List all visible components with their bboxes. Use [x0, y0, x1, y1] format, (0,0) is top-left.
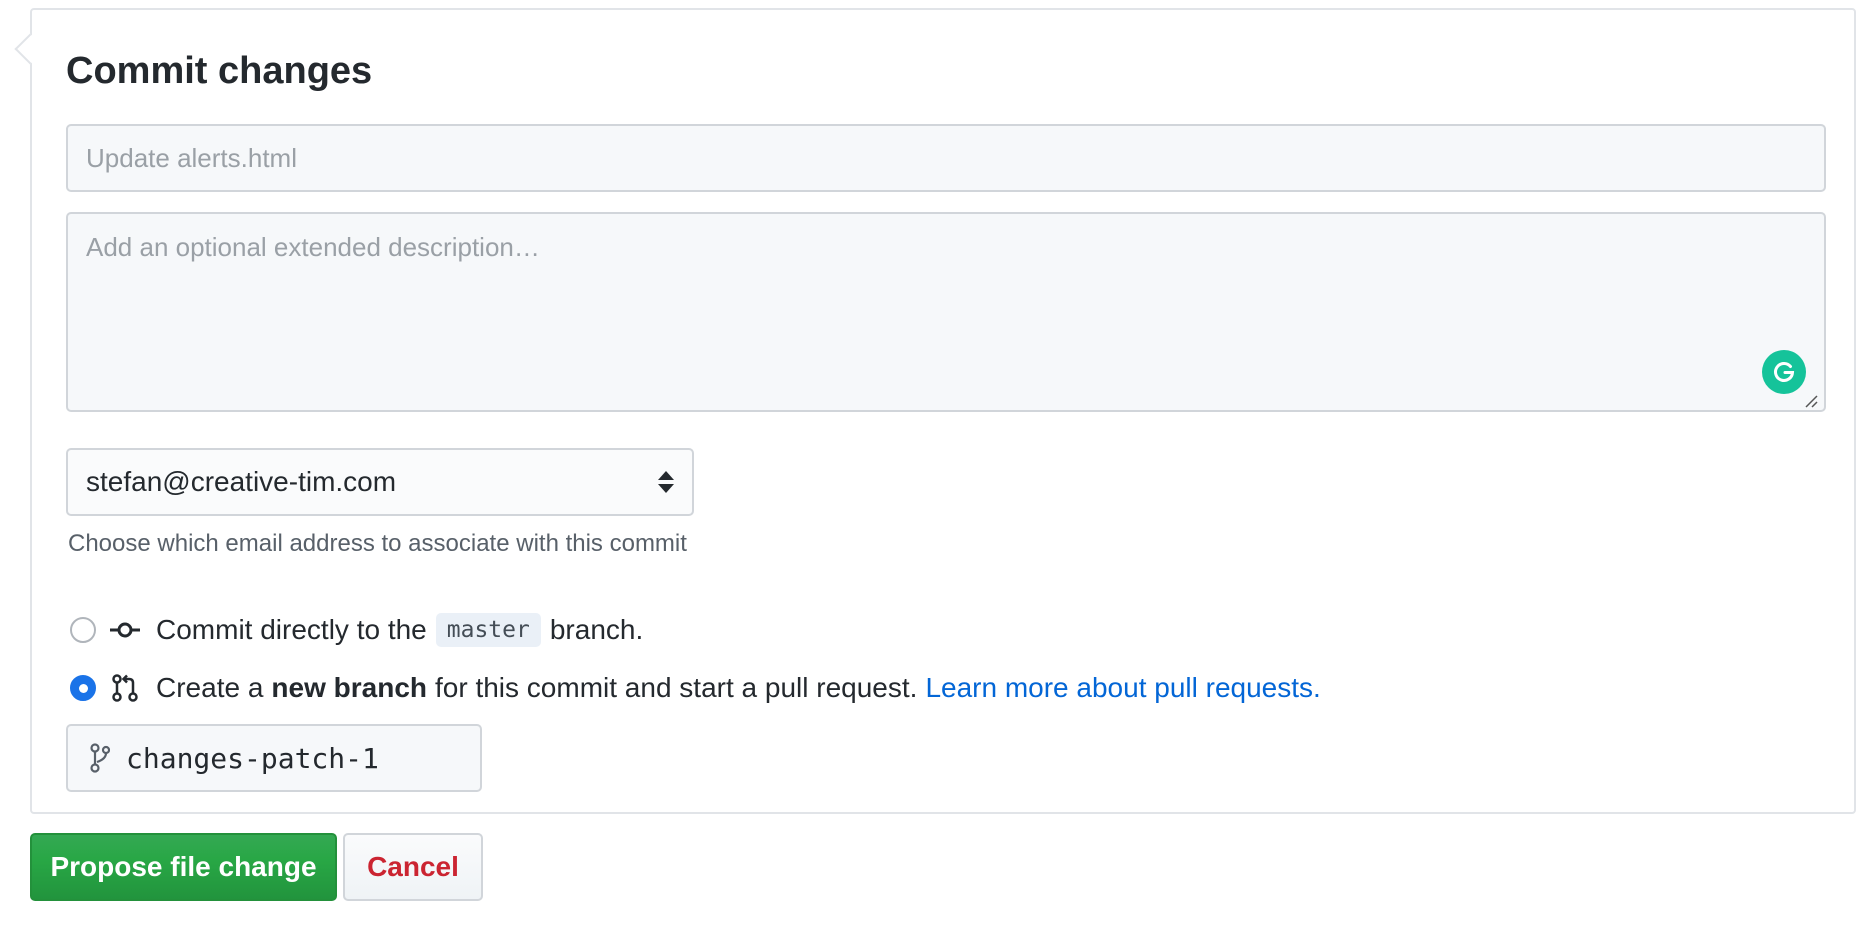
- new-branch-option[interactable]: Create a new branch for this commit and …: [70, 668, 1321, 708]
- git-commit-icon: [110, 622, 140, 638]
- branch-name-field[interactable]: [66, 724, 482, 792]
- email-select[interactable]: stefan@creative-tim.com: [66, 448, 694, 516]
- master-branch-chip: master: [435, 613, 541, 647]
- commit-panel: Commit changes stefan@creative-tim.com C…: [14, 8, 1856, 814]
- grammarly-icon[interactable]: [1762, 350, 1806, 394]
- commit-description-input[interactable]: [66, 212, 1826, 412]
- commit-direct-radio[interactable]: [70, 617, 96, 643]
- new-branch-prefix: Create a: [156, 672, 264, 703]
- commit-title: Commit changes: [66, 50, 373, 92]
- git-pull-request-icon: [112, 674, 138, 702]
- resize-grip-icon[interactable]: [1804, 394, 1818, 408]
- new-branch-bold-text: new branch: [271, 672, 427, 703]
- panel-pointer-arrow: [14, 33, 46, 65]
- git-branch-icon: [90, 743, 110, 773]
- learn-more-pull-requests-link[interactable]: Learn more about pull requests.: [925, 672, 1320, 704]
- commit-direct-option[interactable]: Commit directly to the master branch.: [70, 610, 643, 650]
- propose-file-change-button[interactable]: Propose file change: [30, 833, 337, 901]
- new-branch-suffix: for this commit and start a pull request…: [435, 672, 918, 703]
- email-select-value: stefan@creative-tim.com: [86, 466, 397, 497]
- commit-direct-prefix: Commit directly to the: [156, 614, 427, 645]
- commit-direct-suffix: branch.: [549, 614, 644, 645]
- cancel-button[interactable]: Cancel: [343, 833, 483, 901]
- branch-name-input[interactable]: [126, 741, 426, 775]
- select-arrows-icon: [658, 471, 674, 493]
- email-help-text: Choose which email address to associate …: [68, 530, 687, 557]
- new-branch-radio[interactable]: [70, 675, 96, 701]
- commit-summary-input[interactable]: [66, 124, 1826, 192]
